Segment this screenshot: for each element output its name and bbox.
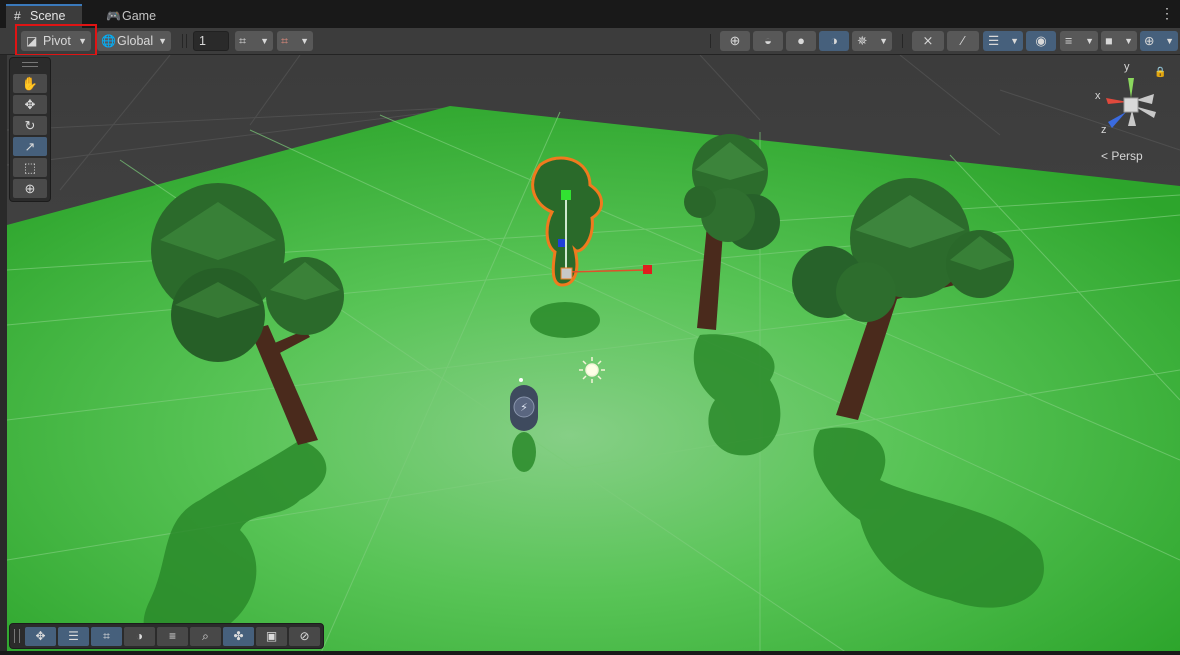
gizmo-x-label: x — [1095, 90, 1101, 102]
lock-icon[interactable]: 🔒 — [1154, 67, 1166, 78]
overlay-camera-button[interactable]: ▣ — [256, 627, 287, 646]
scene-toolbar: ◪ Pivot ▼ 🌐 Global ▼ ⌗ ▼ ⌗ ▼ ⊕ ◒ ● ◑ ✵ ▼… — [0, 28, 1180, 55]
pivot-icon: ✤ — [233, 629, 244, 643]
increment-snap-button[interactable]: ⌗ ▼ — [277, 31, 313, 51]
shaded-wireframe-button[interactable]: ◒ — [753, 31, 783, 51]
camera-icon: ▣ — [265, 629, 278, 643]
shading-icon: ◑ — [135, 629, 144, 643]
snap-increment-icon: ⌗ — [281, 34, 289, 48]
eye-icon: ◉ — [1035, 33, 1047, 48]
rect-tool-button[interactable]: ⬚ — [13, 158, 47, 177]
toolbar-divider — [182, 34, 183, 48]
effects-dropdown[interactable]: ☰ ▼ — [983, 31, 1023, 51]
chevron-down-icon: ▼ — [1085, 36, 1094, 46]
overlay-navigation-button[interactable]: ⊘ — [289, 627, 320, 646]
overlay-search-button[interactable]: ⌕ — [190, 627, 221, 646]
rotate-tool-button[interactable]: ↻ — [13, 116, 47, 135]
overlay-grid-button[interactable]: ⌗ — [91, 627, 122, 646]
rotate-icon: ↻ — [24, 118, 36, 133]
debug-draw-mode-dropdown[interactable]: ✵ ▼ — [852, 31, 892, 51]
overlay-move-button[interactable]: ✥ — [25, 627, 56, 646]
camera-settings-dropdown[interactable]: ■ ▼ — [1101, 31, 1137, 51]
chevron-down-icon: ▼ — [1165, 36, 1174, 46]
view-tool-button[interactable]: ✋ — [13, 74, 47, 93]
bottom-border — [0, 651, 1180, 655]
chevron-down-icon: ▼ — [158, 36, 167, 46]
chevron-down-icon: ▼ — [300, 36, 309, 46]
overlay-shading-button[interactable]: ◑ — [124, 627, 155, 646]
overlay-pivot-button[interactable]: ✤ — [223, 627, 254, 646]
light-icon: ∕ — [961, 33, 965, 48]
gizmo-sphere-icon: ⊕ — [1144, 34, 1155, 48]
global-dropdown[interactable]: 🌐 Global ▼ — [97, 31, 171, 51]
lit-sphere-icon: ◑ — [830, 33, 838, 48]
layers-icon: ≡ — [1065, 34, 1073, 48]
2d-toggle-button[interactable]: ⨯ — [912, 31, 944, 51]
lit-shading-button[interactable]: ◑ — [819, 31, 849, 51]
bug-icon: ✵ — [857, 34, 868, 48]
gamepad-icon: 🎮 — [106, 9, 121, 23]
layers-dropdown[interactable]: ≡ ▼ — [1060, 31, 1098, 51]
tab-scene-label: Scene — [30, 9, 66, 23]
more-options-icon[interactable]: ⋮ — [1160, 6, 1174, 20]
align-icon: ☰ — [68, 629, 79, 643]
perspective-toggle[interactable]: < Persp — [1101, 149, 1143, 163]
gizmo-y-label: y — [1124, 61, 1130, 73]
globe-icon: 🌐 — [101, 34, 116, 48]
overlay-align-button[interactable]: ☰ — [58, 627, 89, 646]
grid-icon: ⌗ — [103, 629, 110, 643]
solid-sphere-icon: ● — [797, 33, 805, 48]
toolbar-divider — [902, 34, 903, 48]
chevron-down-icon: ▼ — [879, 36, 888, 46]
toolbar-divider — [186, 34, 187, 48]
move-arrows-icon: ✥ — [35, 629, 46, 643]
wireframe-shading-button[interactable]: ⊕ — [720, 31, 750, 51]
svg-text:⚡: ⚡ — [520, 401, 528, 414]
pivot-highlight-box — [15, 24, 97, 56]
tools-overlay: ✋ ✥ ↻ ↗ ⬚ ⊕ — [9, 57, 51, 202]
overlay-grip[interactable] — [22, 62, 38, 67]
search-icon: ⌕ — [202, 629, 209, 643]
layers-icon: ≡ — [168, 629, 176, 643]
scene-viewport[interactable]: ⚡ — [7, 55, 1180, 651]
gizmos-dropdown[interactable]: ⊕ ▼ — [1140, 31, 1178, 51]
left-edge — [0, 55, 7, 655]
gizmo-z-label: z — [1101, 124, 1107, 136]
scene-visibility-button[interactable]: ◉ — [1026, 31, 1056, 51]
effects-icon: ☰ — [988, 34, 1000, 48]
overlay-layers-button[interactable]: ≡ — [157, 627, 188, 646]
rect-icon: ⬚ — [23, 160, 37, 175]
chevron-down-icon: ▼ — [260, 36, 269, 46]
transform-icon: ⊕ — [24, 181, 36, 196]
overlay-grip[interactable] — [14, 629, 20, 643]
move-tool-button[interactable]: ✥ — [13, 95, 47, 114]
grid-icon: # — [14, 9, 21, 23]
compass-icon: ⊘ — [299, 629, 310, 643]
scale-icon: ↗ — [24, 139, 36, 154]
global-label: Global — [117, 34, 154, 48]
toolbar-divider — [710, 34, 711, 48]
lighting-toggle-button[interactable]: ∕ — [947, 31, 979, 51]
shaded-wireframe-icon: ◒ — [764, 33, 772, 48]
transform-tool-button[interactable]: ⊕ — [13, 179, 47, 198]
tab-bar: # Scene 🎮 Game ⋮ — [0, 0, 1180, 28]
move-arrows-icon: ✥ — [24, 97, 36, 112]
2d-mode-icon: ⨯ — [922, 33, 934, 48]
grid-size-input[interactable]: 1 — [193, 31, 229, 51]
tab-game[interactable]: 🎮 Game — [98, 4, 168, 28]
grid-snap-icon: ⌗ — [239, 34, 247, 48]
shaded-button[interactable]: ● — [786, 31, 816, 51]
tab-game-label: Game — [122, 9, 157, 23]
scale-tool-button[interactable]: ↗ — [13, 137, 47, 156]
chevron-down-icon: ▼ — [1010, 36, 1019, 46]
bottom-overlay-toolbar: ✥ ☰ ⌗ ◑ ≡ ⌕ ✤ ▣ ⊘ — [9, 623, 324, 649]
grid-snapping-button[interactable]: ⌗ ▼ — [235, 31, 273, 51]
camera-icon: ■ — [1105, 34, 1113, 48]
chevron-down-icon: ▼ — [1124, 36, 1133, 46]
hand-icon: ✋ — [21, 76, 39, 91]
wireframe-sphere-icon: ⊕ — [729, 33, 741, 48]
